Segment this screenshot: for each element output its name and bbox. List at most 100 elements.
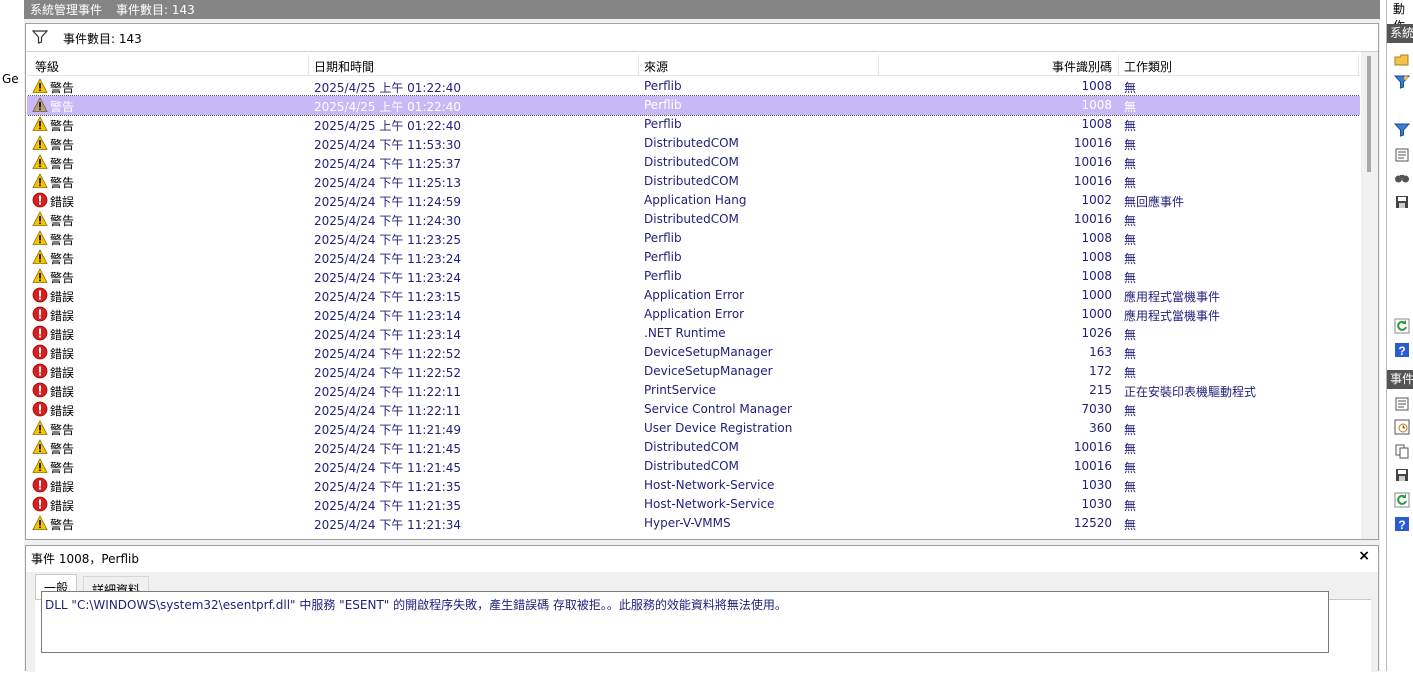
table-row[interactable]: 警告 2025/4/24 下午 11:25:13 DistributedCOM 100…	[27, 172, 1360, 191]
row-source: DistributedCOM	[644, 155, 739, 169]
column-header-event-id[interactable]: 事件識別碼	[1052, 58, 1112, 75]
row-level: 警告	[50, 442, 75, 456]
nav-truncated-label[interactable]: Ge	[2, 72, 19, 86]
column-header-source[interactable]: 來源	[644, 58, 668, 75]
row-event-id: 10016	[1073, 136, 1112, 150]
table-row[interactable]: 警告 2025/4/24 下午 11:21:34 Hyper-V-VMMS 12520…	[27, 514, 1360, 533]
column-divider[interactable]	[1118, 55, 1119, 75]
row-source: DeviceSetupManager	[644, 345, 773, 359]
table-row[interactable]: 警告 2025/4/24 下午 11:25:37 DistributedCOM 100…	[27, 153, 1360, 172]
actions-section-event[interactable]: 事件	[1387, 370, 1413, 389]
row-datetime: 2025/4/25 上午 01:22:40	[314, 100, 462, 114]
row-source: DistributedCOM	[644, 212, 739, 226]
row-event-id: 1000	[1081, 288, 1112, 302]
refresh-icon[interactable]	[1394, 318, 1410, 334]
table-row[interactable]: 錯誤 2025/4/24 下午 11:22:11 Service Control M…	[27, 400, 1360, 419]
copy-icon[interactable]	[1394, 443, 1410, 459]
warning-icon	[32, 515, 48, 530]
table-row[interactable]: 錯誤 2025/4/24 下午 11:22:52 DeviceSetupManage…	[27, 362, 1360, 381]
row-task: 無	[1124, 461, 1137, 475]
table-row[interactable]: 錯誤 2025/4/24 下午 11:23:14 .NET Runtime 1026 無	[27, 324, 1360, 343]
table-row[interactable]: 警告 2025/4/24 下午 11:23:25 Perflib 1008 無	[27, 229, 1360, 248]
row-source: Perflib	[644, 79, 682, 93]
table-row[interactable]: 錯誤 2025/4/24 下午 11:21:35 Host-Network-Serv…	[27, 495, 1360, 514]
row-datetime: 2025/4/24 下午 11:22:11	[314, 404, 462, 418]
row-source: Perflib	[644, 117, 682, 131]
table-row[interactable]: 警告 2025/4/24 下午 11:21:45 DistributedCOM 100…	[27, 438, 1360, 457]
table-row[interactable]: 錯誤 2025/4/24 下午 11:21:35 Host-Network-Serv…	[27, 476, 1360, 495]
table-row[interactable]: 警告 2025/4/24 下午 11:21:49 User Device Regis…	[27, 419, 1360, 438]
detail-title: 事件 1008，Perflib	[31, 552, 139, 566]
row-source: DistributedCOM	[644, 136, 739, 150]
filter-icon[interactable]	[1394, 74, 1410, 90]
table-row[interactable]: 警告 2025/4/25 上午 01:22:40 Perflib 1008 無	[27, 77, 1360, 96]
svg-text:?: ?	[1398, 518, 1405, 532]
row-task: 無	[1124, 480, 1137, 494]
save-icon[interactable]	[1394, 194, 1410, 210]
row-datetime: 2025/4/24 下午 11:25:13	[314, 176, 462, 190]
table-row[interactable]: 警告 2025/4/24 下午 11:23:24 Perflib 1008 無	[27, 248, 1360, 267]
table-row[interactable]: 警告 2025/4/24 下午 11:24:30 DistributedCOM 100…	[27, 210, 1360, 229]
row-datetime: 2025/4/24 下午 11:22:52	[314, 347, 462, 361]
event-message: DLL "C:\WINDOWS\system32\esentprf.dll" 中…	[45, 598, 787, 612]
table-row[interactable]: 錯誤 2025/4/24 下午 11:22:11 PrintService 215 正在…	[27, 381, 1360, 400]
pane-title: 系統管理事件	[30, 3, 103, 17]
close-icon[interactable]: ×	[1358, 548, 1370, 564]
column-divider[interactable]	[1358, 55, 1359, 75]
warning-icon	[32, 230, 48, 245]
table-row[interactable]: 錯誤 2025/4/24 下午 11:23:14 Application Error…	[27, 305, 1360, 324]
open-folder-icon[interactable]	[1394, 52, 1410, 68]
table-row[interactable]: 錯誤 2025/4/24 下午 11:24:59 Application Hang 1…	[27, 191, 1360, 210]
row-event-id: 1002	[1081, 193, 1112, 207]
help-icon[interactable]: ?	[1394, 342, 1410, 358]
properties-icon[interactable]	[1394, 147, 1410, 163]
filter-bar: 事件數目: 143	[26, 24, 1378, 52]
error-icon	[32, 306, 48, 322]
find-icon[interactable]	[1394, 170, 1410, 186]
row-datetime: 2025/4/24 下午 11:23:14	[314, 309, 462, 323]
column-header-task[interactable]: 工作類別	[1124, 58, 1172, 75]
row-datetime: 2025/4/24 下午 11:21:35	[314, 480, 462, 494]
table-row[interactable]: 警告 2025/4/24 下午 11:53:30 DistributedCOM 100…	[27, 134, 1360, 153]
refresh-icon[interactable]	[1394, 492, 1410, 508]
row-event-id: 163	[1089, 345, 1112, 359]
scrollbar-thumb[interactable]	[1367, 56, 1371, 172]
help-icon[interactable]: ?	[1394, 516, 1410, 532]
row-datetime: 2025/4/24 下午 11:22:11	[314, 385, 462, 399]
table-row[interactable]: 錯誤 2025/4/24 下午 11:23:15 Application Error…	[27, 286, 1360, 305]
row-datetime: 2025/4/24 下午 11:23:24	[314, 252, 462, 266]
table-row[interactable]: 警告 2025/4/25 上午 01:22:40 Perflib 1008 無	[27, 115, 1360, 134]
row-datetime: 2025/4/24 下午 11:22:52	[314, 366, 462, 380]
row-source: DistributedCOM	[644, 174, 739, 188]
column-divider[interactable]	[638, 55, 639, 75]
table-row[interactable]: 錯誤 2025/4/24 下午 11:22:52 DeviceSetupManage…	[27, 343, 1360, 362]
row-event-id: 1008	[1081, 79, 1112, 93]
table-row[interactable]: 警告 2025/4/24 下午 11:23:24 Perflib 1008 無	[27, 267, 1360, 286]
column-header-datetime[interactable]: 日期和時間	[314, 58, 374, 75]
row-task: 無	[1124, 214, 1137, 228]
error-icon	[32, 496, 48, 512]
column-divider[interactable]	[878, 55, 879, 75]
event-message-box[interactable]: DLL "C:\WINDOWS\system32\esentprf.dll" 中…	[41, 591, 1329, 653]
attach-task-icon[interactable]	[1394, 419, 1410, 435]
vertical-scrollbar[interactable]	[1361, 52, 1378, 539]
row-source: Host-Network-Service	[644, 478, 775, 492]
row-datetime: 2025/4/24 下午 11:53:30	[314, 138, 462, 152]
actions-section-system[interactable]: 系統	[1387, 24, 1413, 43]
table-row[interactable]: 警告 2025/4/24 下午 11:21:45 DistributedCOM 100…	[27, 457, 1360, 476]
column-header-level[interactable]: 等級	[35, 58, 59, 75]
row-event-id: 1030	[1081, 478, 1112, 492]
table-row[interactable]: 警告 2025/4/25 上午 01:22:40 Perflib 1008 無	[27, 95, 1360, 116]
row-task: 無	[1124, 138, 1137, 152]
left-navigation-strip: Ge	[0, 0, 24, 671]
row-source: User Device Registration	[644, 421, 793, 435]
event-list[interactable]: 事件數目: 143 等級 日期和時間 來源 事件識別碼 工作類別 警告 2025/…	[25, 23, 1379, 540]
save-icon[interactable]	[1394, 467, 1410, 483]
column-divider[interactable]	[308, 55, 309, 75]
row-datetime: 2025/4/24 下午 11:24:30	[314, 214, 462, 228]
filter-icon[interactable]	[32, 30, 48, 44]
filter-icon[interactable]	[1394, 122, 1410, 138]
event-properties-icon[interactable]	[1394, 396, 1410, 412]
row-source: DeviceSetupManager	[644, 364, 773, 378]
row-source: DistributedCOM	[644, 440, 739, 454]
